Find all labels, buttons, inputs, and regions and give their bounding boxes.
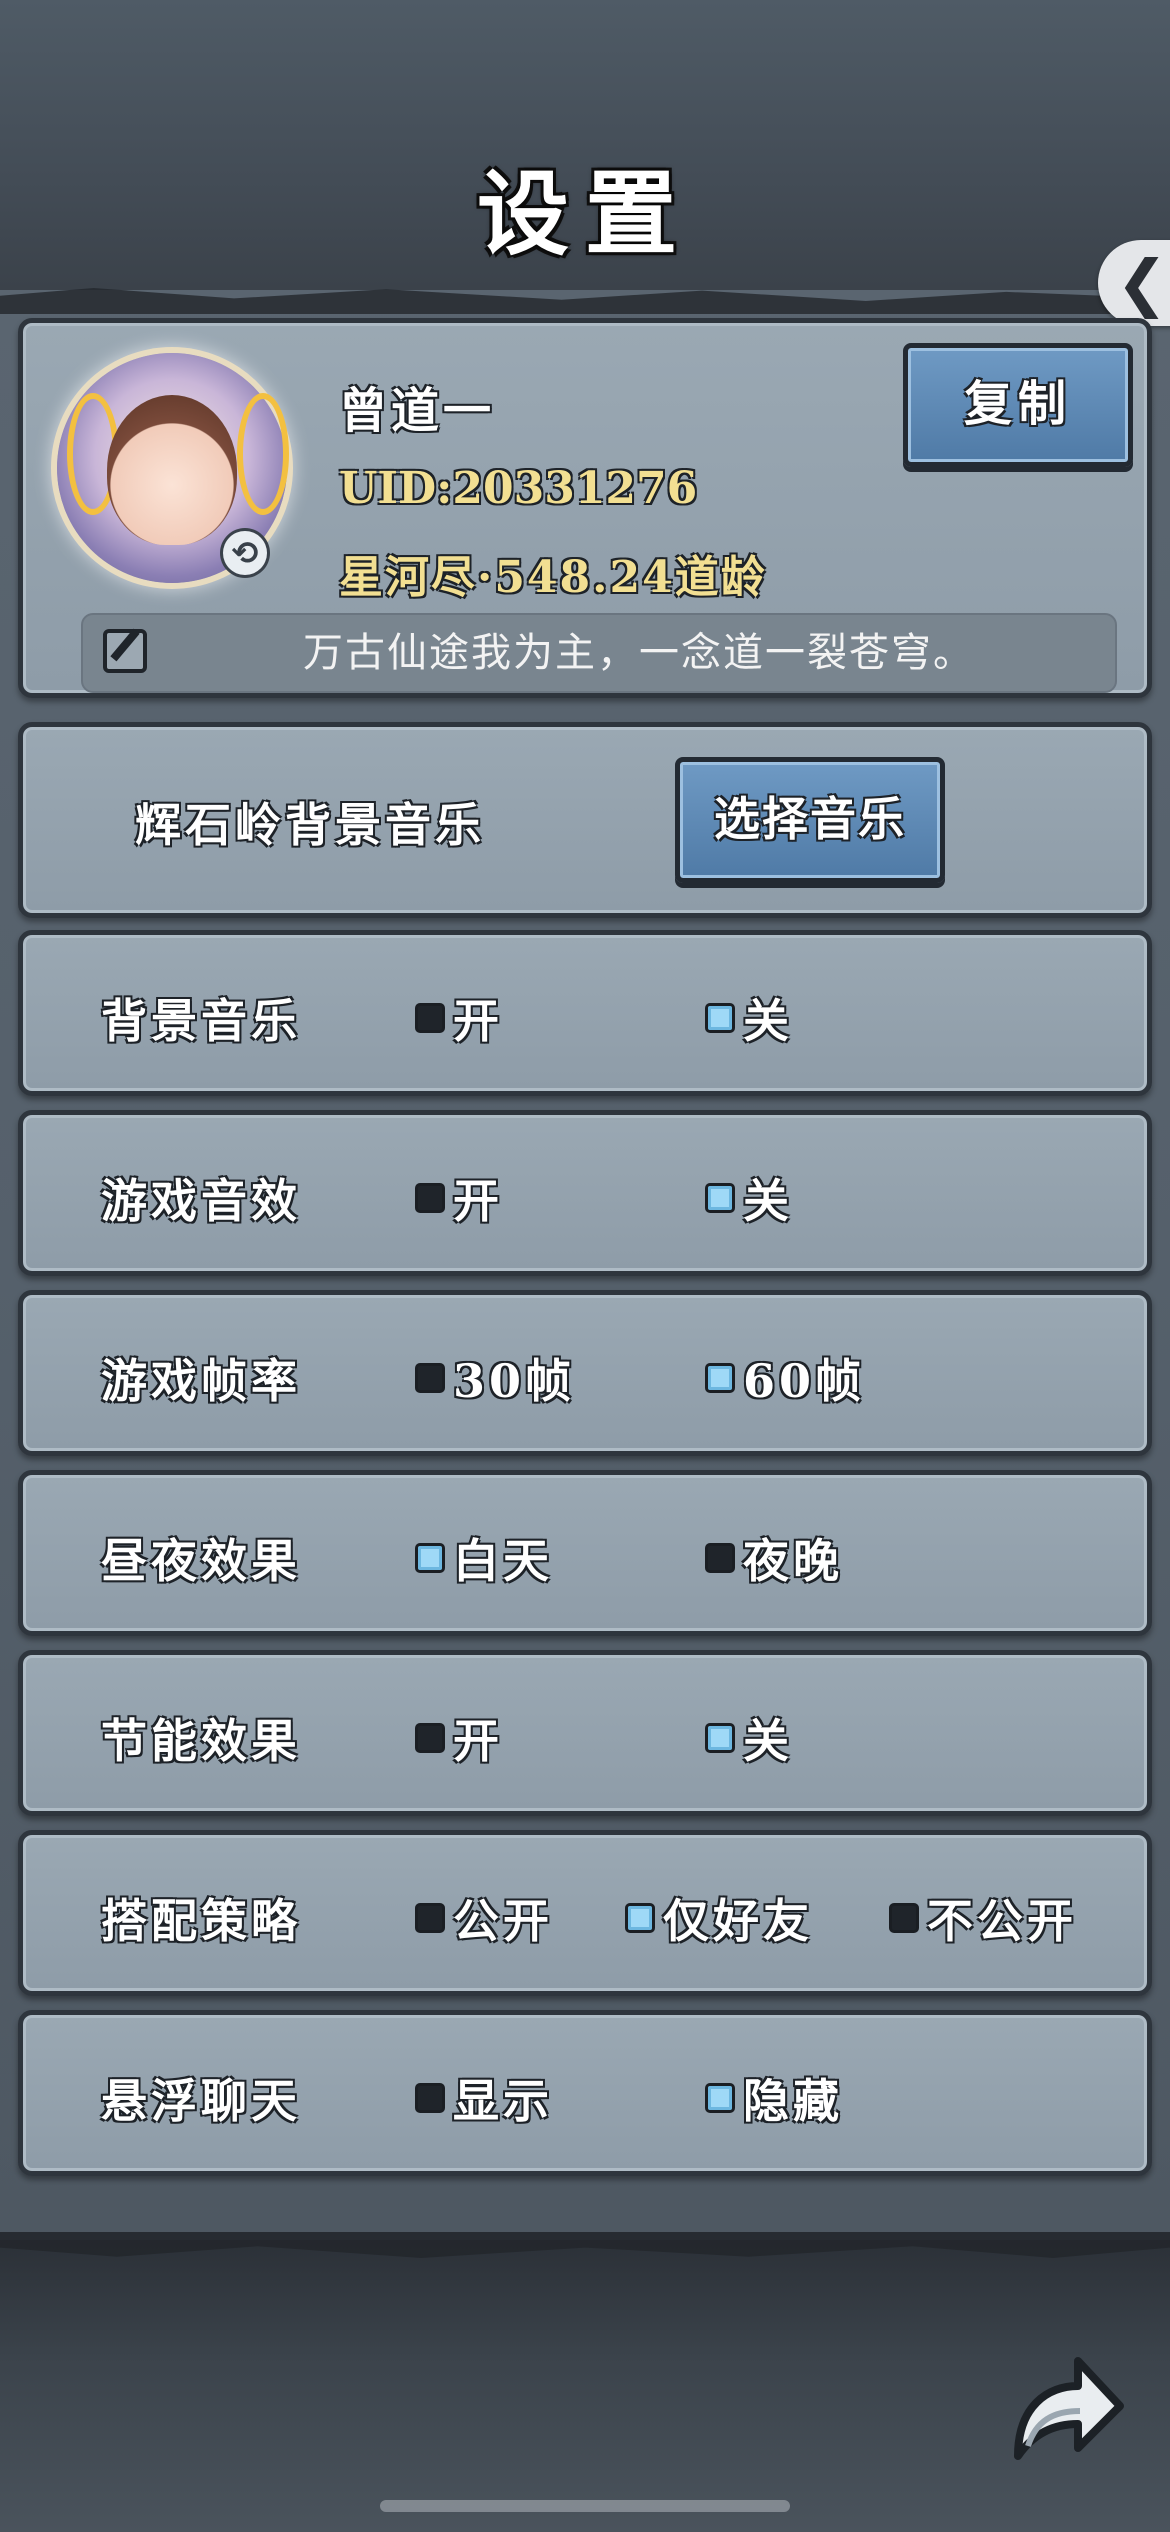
setting-row-daynight: 昼夜效果 白天 夜晚 [18, 1470, 1152, 1636]
option-label: 关 [743, 994, 793, 1048]
option-label: 公开 [453, 1894, 553, 1948]
option-label: 不公开 [927, 1894, 1077, 1948]
setting-row-framerate: 游戏帧率 30帧 60帧 [18, 1290, 1152, 1456]
option-sfx-off[interactable]: 关 [705, 1165, 793, 1231]
checkbox[interactable] [705, 1183, 735, 1213]
option-public[interactable]: 公开 [415, 1885, 553, 1951]
option-label: 白天 [453, 1534, 553, 1588]
checkbox[interactable] [415, 2083, 445, 2113]
option-bgm-off[interactable]: 关 [705, 985, 793, 1051]
checkbox[interactable] [705, 1723, 735, 1753]
option-label: 60帧 [743, 1354, 866, 1408]
music-select-label: 辉石岭背景音乐 [135, 798, 485, 852]
player-uid: UID:20331276 [339, 463, 698, 514]
share-arrow-graphic [1014, 2357, 1124, 2460]
music-select-panel: 辉石岭背景音乐 选择音乐 [18, 722, 1152, 918]
checkbox[interactable] [415, 1543, 445, 1573]
copy-button[interactable]: 复制 [903, 343, 1133, 467]
setting-row-loadout: 搭配策略 公开 仅好友 不公开 [18, 1830, 1152, 1996]
setting-label: 节能效果 [101, 1714, 301, 1768]
setting-row-bgm: 背景音乐 开 关 [18, 930, 1152, 1096]
option-label: 显示 [453, 2074, 553, 2128]
setting-label: 搭配策略 [101, 1894, 301, 1948]
setting-row-sfx: 游戏音效 开 关 [18, 1110, 1152, 1276]
player-realm: 星河尽·548.24道龄 [339, 552, 767, 603]
edit-icon[interactable] [103, 629, 147, 673]
home-indicator [380, 2500, 790, 2512]
option-label: 开 [453, 1714, 503, 1768]
checkbox[interactable] [705, 1543, 735, 1573]
refresh-icon[interactable]: ⟲ [223, 531, 267, 575]
signature-text: 万古仙途我为主，一念道一裂苍穹。 [303, 630, 975, 676]
option-day[interactable]: 白天 [415, 1525, 553, 1591]
player-name: 曾道一 [339, 383, 496, 439]
choose-music-button[interactable]: 选择音乐 [675, 757, 945, 883]
option-label: 夜晚 [743, 1534, 843, 1588]
setting-label: 昼夜效果 [101, 1534, 301, 1588]
option-label: 开 [453, 994, 503, 1048]
checkbox[interactable] [705, 2083, 735, 2113]
setting-row-floatchat: 悬浮聊天 显示 隐藏 [18, 2010, 1152, 2176]
option-label: 30帧 [453, 1354, 576, 1408]
option-label: 仅好友 [663, 1894, 813, 1948]
checkbox[interactable] [415, 1903, 445, 1933]
checkbox[interactable] [415, 1003, 445, 1033]
checkbox[interactable] [705, 1363, 735, 1393]
share-arrow-icon[interactable] [998, 2336, 1128, 2476]
option-label: 关 [743, 1714, 793, 1768]
option-sfx-on[interactable]: 开 [415, 1165, 503, 1231]
option-show[interactable]: 显示 [415, 2065, 553, 2131]
avatar-portrait [107, 395, 237, 545]
setting-label: 游戏音效 [101, 1174, 301, 1228]
option-friends-only[interactable]: 仅好友 [625, 1885, 813, 1951]
checkbox[interactable] [705, 1003, 735, 1033]
option-60fps[interactable]: 60帧 [705, 1345, 865, 1411]
chevron-left-icon: ❮ [1116, 246, 1168, 319]
option-label: 开 [453, 1174, 503, 1228]
option-hide[interactable]: 隐藏 [705, 2065, 843, 2131]
avatar-halo-right [237, 393, 289, 515]
signature-bar[interactable]: 万古仙途我为主，一念道一裂苍穹。 [81, 613, 1117, 693]
option-powersave-on[interactable]: 开 [415, 1705, 503, 1771]
option-label: 隐藏 [743, 2074, 843, 2128]
setting-row-powersave: 节能效果 开 关 [18, 1650, 1152, 1816]
setting-label: 悬浮聊天 [101, 2074, 301, 2128]
option-private[interactable]: 不公开 [889, 1885, 1077, 1951]
page-title: 设置 [476, 160, 693, 268]
checkbox[interactable] [415, 1363, 445, 1393]
setting-label: 游戏帧率 [101, 1354, 301, 1408]
profile-panel: ⟲ 曾道一 UID:20331276 星河尽·548.24道龄 复制 万古仙途我… [18, 318, 1152, 698]
option-30fps[interactable]: 30帧 [415, 1345, 575, 1411]
setting-label: 背景音乐 [101, 994, 301, 1048]
checkbox[interactable] [415, 1723, 445, 1753]
avatar[interactable]: ⟲ [37, 333, 307, 603]
checkbox[interactable] [889, 1903, 919, 1933]
option-bgm-on[interactable]: 开 [415, 985, 503, 1051]
option-powersave-off[interactable]: 关 [705, 1705, 793, 1771]
checkbox[interactable] [625, 1903, 655, 1933]
footer-background [0, 2240, 1170, 2532]
option-night[interactable]: 夜晚 [705, 1525, 843, 1591]
option-label: 关 [743, 1174, 793, 1228]
checkbox[interactable] [415, 1183, 445, 1213]
